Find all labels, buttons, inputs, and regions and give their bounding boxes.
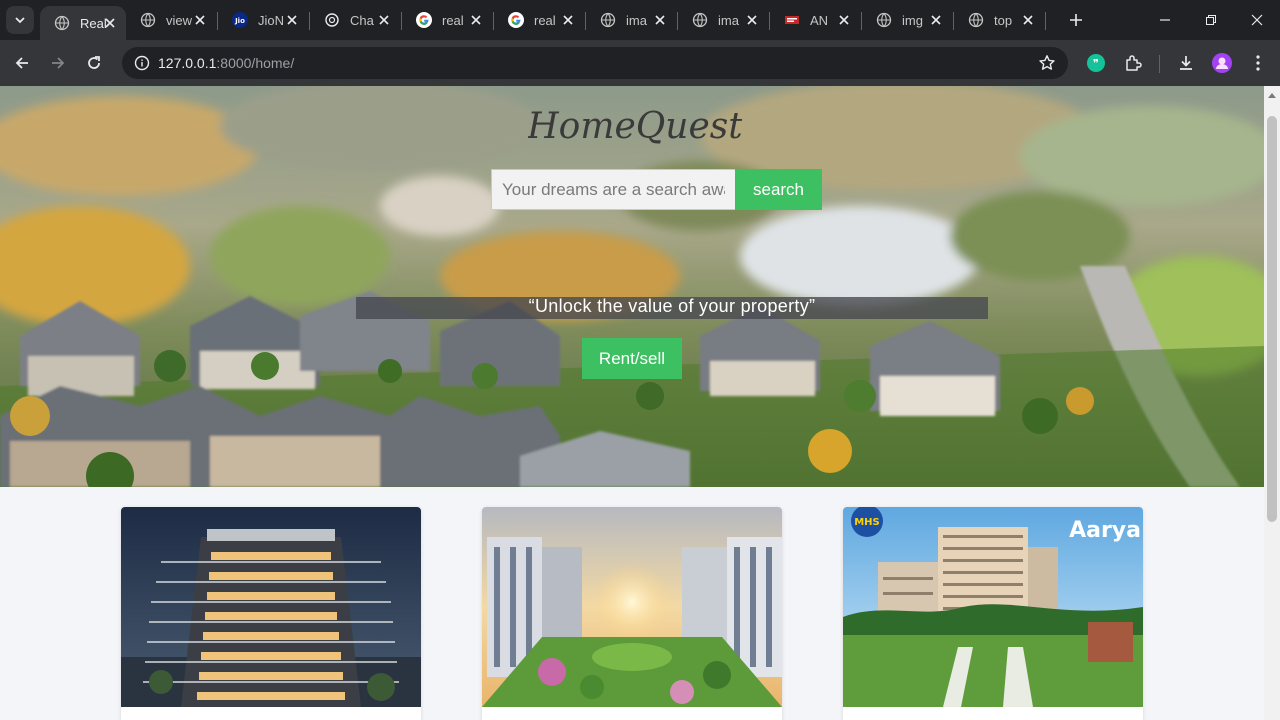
minimize-button[interactable] [1142,0,1188,40]
grammar-extension-icon: ❞ [1087,54,1105,72]
tab-title: top [994,12,1013,28]
back-button[interactable] [8,49,36,77]
globe-icon [692,12,708,28]
close-tab-icon[interactable] [284,12,300,28]
minimize-icon [1160,19,1170,21]
google-icon [416,12,432,28]
puzzle-icon [1126,55,1142,71]
close-tab-icon[interactable] [468,12,484,28]
more-vertical-icon [1256,55,1260,71]
tab-title: JioN [258,12,285,28]
close-tab-icon[interactable] [744,12,760,28]
property-card[interactable] [121,507,421,720]
globe-icon [54,15,70,31]
browser-tab[interactable]: AN [770,0,862,40]
homequest-logo[interactable]: HomeQuest [528,96,742,154]
page-viewport: HomeQuest search “Unlock the value of yo… [0,86,1280,720]
svg-text:❞: ❞ [1093,57,1099,70]
address-bar[interactable]: 127.0.0.1:8000/home/ [122,47,1068,79]
browser-tab[interactable]: Jio JioN [218,0,310,40]
svg-text:HomeQuest: HomeQuest [528,106,742,147]
hero-tagline: “Unlock the value of your property” [528,296,816,316]
search-input[interactable] [491,169,736,210]
tab-list: Real view Jio JioN Cha real real ima ima AN img top [40,0,1046,40]
browser-tab[interactable]: Cha [310,0,402,40]
profile-button[interactable] [1208,49,1236,77]
tab-title: ima [626,12,647,28]
browser-tab[interactable]: real [402,0,494,40]
page-scrollbar[interactable] [1264,86,1280,720]
tab-title: AN [810,12,829,28]
apartment-field-image: MHS Aarya [843,507,1143,707]
arrow-right-icon [52,57,65,69]
close-window-button[interactable] [1234,0,1280,40]
close-tab-icon[interactable] [652,12,668,28]
globe-icon [876,12,892,28]
property-card[interactable] [482,507,782,720]
download-icon [1180,56,1192,70]
reload-button[interactable] [80,49,108,77]
url-text: 127.0.0.1:8000/home/ [158,55,295,71]
tab-strip: Real view Jio JioN Cha real real ima ima AN img top [0,0,1280,40]
close-tab-icon[interactable] [102,15,118,31]
browser-tab[interactable]: img [862,0,954,40]
chatgpt-icon [324,12,340,28]
close-tab-icon[interactable] [836,12,852,28]
globe-icon [600,12,616,28]
toolbar-divider [1159,55,1160,73]
extensions-menu-button[interactable] [1119,49,1147,77]
tab-title: real [534,12,556,28]
browser-tab[interactable]: view [126,0,218,40]
close-tab-icon[interactable] [192,12,208,28]
avatar [1212,53,1232,73]
news-icon [784,12,800,28]
browser-menu-button[interactable] [1244,49,1272,77]
chevron-down-icon [15,17,25,24]
downloads-button[interactable] [1172,49,1200,77]
forward-button[interactable] [44,49,72,77]
browser-tab[interactable]: ima [586,0,678,40]
globe-icon [140,12,156,28]
hero-section: HomeQuest search “Unlock the value of yo… [0,86,1264,487]
info-icon[interactable] [134,55,150,71]
tab-title: ima [718,12,739,28]
close-tab-icon[interactable] [376,12,392,28]
scroll-up-arrow-icon[interactable] [1268,92,1276,98]
browser-tab[interactable]: real [494,0,586,40]
browser-toolbar: 127.0.0.1:8000/home/ ❞ [0,40,1280,86]
tab-title: view [166,12,193,28]
tab-search-button[interactable] [6,6,34,34]
browser-tab[interactable]: top [954,0,1046,40]
globe-icon [968,12,984,28]
browser-tab[interactable]: ima [678,0,770,40]
tab-title: Cha [350,12,374,28]
tab-title: real [442,12,464,28]
close-tab-icon[interactable] [1020,12,1036,28]
scrollbar-thumb[interactable] [1267,116,1277,522]
aarya-logo-text: Aarya [1069,518,1141,543]
rent-sell-button[interactable]: Rent/sell [582,338,682,379]
township-garden-image [482,507,782,707]
mhs-badge: MHS [854,517,880,528]
search-button[interactable]: search [735,169,822,210]
plus-icon [1070,14,1082,26]
reload-icon [88,56,100,69]
jio-icon: Jio [232,12,248,28]
new-tab-button[interactable] [1066,10,1086,30]
google-icon [508,12,524,28]
close-icon [1251,14,1263,26]
browser-tab[interactable]: Real [40,6,126,40]
restore-button[interactable] [1188,0,1234,40]
close-tab-icon[interactable] [928,12,944,28]
bookmark-star-icon[interactable] [1038,54,1056,72]
svg-text:Jio: Jio [234,17,245,25]
property-card[interactable]: MHS Aarya [843,507,1143,720]
restore-icon [1206,15,1216,25]
extension-button[interactable]: ❞ [1082,49,1110,77]
close-tab-icon[interactable] [560,12,576,28]
tab-title: img [902,12,923,28]
arrow-left-icon [15,57,28,69]
luxury-tower-image [121,507,421,707]
